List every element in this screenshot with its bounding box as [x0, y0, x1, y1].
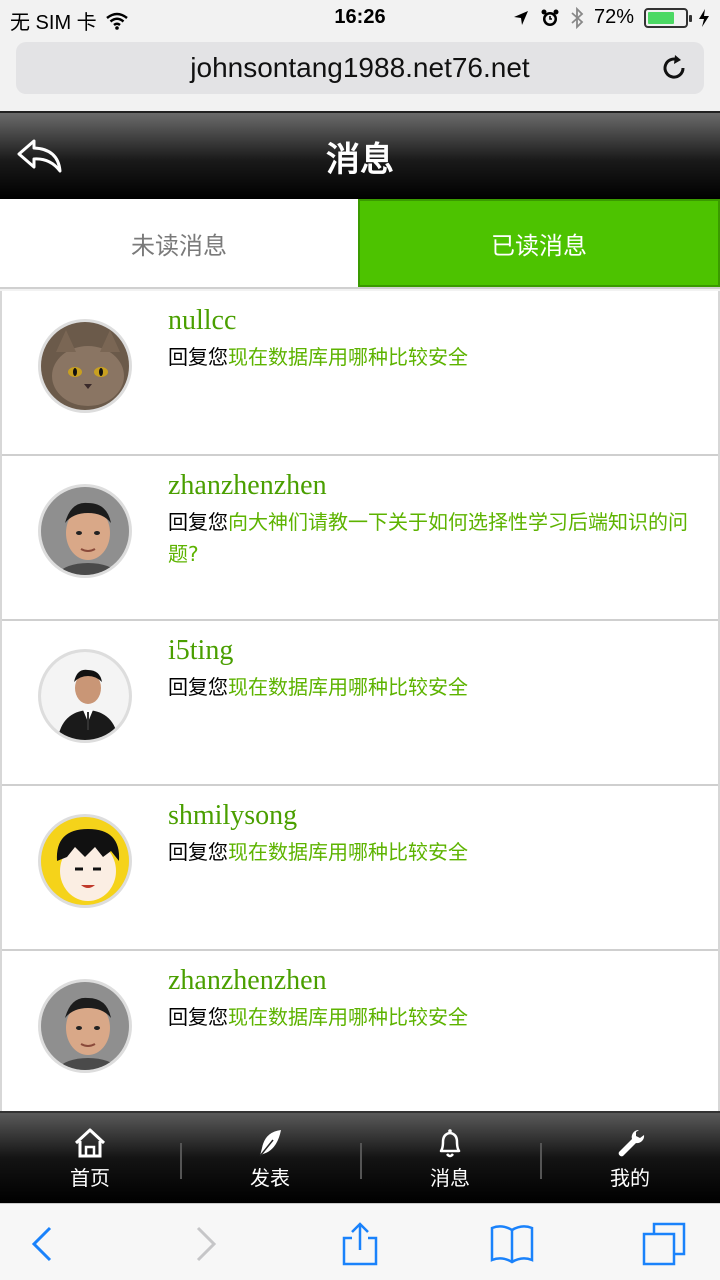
avatar[interactable]	[38, 979, 132, 1073]
battery-fill	[648, 11, 674, 24]
list-item[interactable]: nullcc 回复您现在数据库用哪种比较安全	[2, 291, 718, 456]
message-list: nullcc 回复您现在数据库用哪种比较安全 zhanzhenzhen 回复您向…	[0, 291, 720, 1111]
charging-bolt-icon	[699, 8, 709, 27]
bell-icon	[439, 1128, 461, 1157]
message-username[interactable]: zhanzhenzhen	[168, 965, 327, 997]
browser-forward-icon[interactable]	[180, 1220, 228, 1268]
bottom-nav: 首页 发表 消息 我的	[0, 1111, 720, 1203]
tab-read-messages[interactable]: 已读消息	[358, 199, 720, 287]
person-avatar-image	[41, 487, 129, 575]
status-bar: 无 SIM 卡 16:26 72%	[0, 0, 720, 36]
share-icon[interactable]	[336, 1220, 384, 1268]
list-item[interactable]: i5ting 回复您现在数据库用哪种比较安全	[2, 621, 718, 786]
home-icon	[74, 1128, 106, 1157]
reply-line: 回复您现在数据库用哪种比较安全	[168, 341, 698, 373]
avatar[interactable]	[38, 319, 132, 413]
address-bar[interactable]: johnsontang1988.net76.net	[16, 42, 704, 94]
message-username[interactable]: zhanzhenzhen	[168, 470, 327, 502]
cartoon-boy-avatar-image	[41, 817, 129, 905]
reload-icon[interactable]	[658, 52, 690, 84]
browser-toolbar	[0, 1203, 720, 1280]
reply-line: 回复您向大神们请教一下关于如何选择性学习后端知识的问题?	[168, 506, 698, 570]
reply-prefix: 回复您	[168, 1005, 228, 1029]
page-title: 消息	[326, 139, 394, 180]
alarm-icon	[541, 9, 559, 26]
message-username[interactable]: i5ting	[168, 635, 233, 667]
avatar[interactable]	[38, 649, 132, 743]
reply-line: 回复您现在数据库用哪种比较安全	[168, 836, 698, 868]
cat-avatar-image	[41, 322, 129, 410]
reply-prefix: 回复您	[168, 510, 228, 534]
message-username[interactable]: shmilysong	[168, 800, 297, 832]
wrench-icon	[618, 1129, 645, 1156]
reply-prefix: 回复您	[168, 345, 228, 369]
bluetooth-icon	[571, 6, 584, 29]
status-right: 72%	[512, 6, 710, 29]
back-button[interactable]	[14, 133, 66, 177]
reply-topic-link[interactable]: 现在数据库用哪种比较安全	[228, 1005, 468, 1029]
nav-item-home[interactable]: 首页	[0, 1113, 180, 1203]
tab-unread-messages[interactable]: 未读消息	[0, 199, 358, 287]
battery-icon	[644, 7, 692, 28]
avatar[interactable]	[38, 484, 132, 578]
person-suit-avatar-image	[41, 652, 129, 740]
tabs-icon[interactable]	[640, 1220, 688, 1268]
list-item[interactable]: zhanzhenzhen 回复您向大神们请教一下关于如何选择性学习后端知识的问题…	[2, 456, 718, 621]
nav-item-messages[interactable]: 消息	[360, 1113, 540, 1203]
reply-topic-link[interactable]: 现在数据库用哪种比较安全	[228, 840, 468, 864]
nav-label: 发表	[250, 1165, 290, 1190]
nav-item-post[interactable]: 发表	[180, 1113, 360, 1203]
reply-topic-link[interactable]: 现在数据库用哪种比较安全	[228, 345, 468, 369]
bookmarks-icon[interactable]	[488, 1220, 536, 1268]
message-tabs: 未读消息 已读消息	[0, 199, 720, 289]
battery-percent: 72%	[593, 6, 634, 28]
reply-line: 回复您现在数据库用哪种比较安全	[168, 671, 698, 703]
feather-icon	[259, 1129, 281, 1156]
reply-topic-link[interactable]: 向大神们请教一下关于如何选择性学习后端知识的问题?	[168, 510, 688, 566]
nav-label: 我的	[610, 1165, 650, 1190]
reply-prefix: 回复您	[168, 675, 228, 699]
browser-back-icon[interactable]	[20, 1220, 68, 1268]
location-arrow-icon	[513, 10, 528, 25]
avatar[interactable]	[38, 814, 132, 908]
app-header: 消息	[0, 111, 720, 199]
reply-topic-link[interactable]: 现在数据库用哪种比较安全	[228, 675, 468, 699]
message-username[interactable]: nullcc	[168, 305, 236, 337]
list-item[interactable]: zhanzhenzhen 回复您现在数据库用哪种比较安全	[2, 951, 718, 1111]
reply-line: 回复您现在数据库用哪种比较安全	[168, 1001, 698, 1033]
nav-item-me[interactable]: 我的	[540, 1113, 720, 1203]
list-item[interactable]: shmilysong 回复您现在数据库用哪种比较安全	[2, 786, 718, 951]
person-avatar-image	[41, 982, 129, 1070]
nav-label: 消息	[430, 1165, 470, 1190]
url-text: johnsontang1988.net76.net	[190, 52, 530, 83]
nav-label: 首页	[70, 1165, 110, 1190]
reply-prefix: 回复您	[168, 840, 228, 864]
